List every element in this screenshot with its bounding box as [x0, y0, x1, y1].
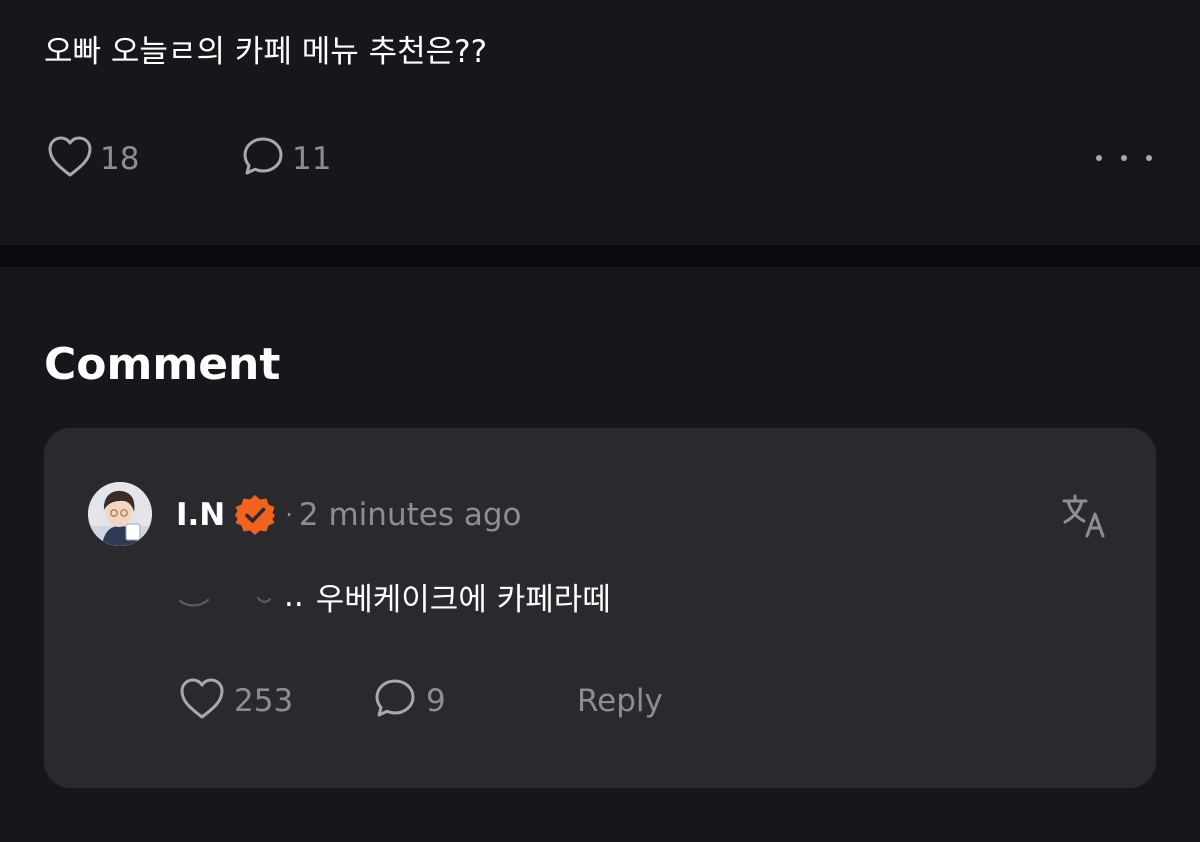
translate-icon	[1060, 494, 1108, 544]
more-options-button[interactable]	[1096, 140, 1152, 176]
author-name[interactable]: I.N	[176, 497, 225, 533]
heart-icon	[178, 676, 226, 726]
meta-separator: ·	[285, 501, 293, 529]
comment-like-count: 253	[234, 683, 294, 719]
comment-text: 우베케이크에 카페라떼	[315, 581, 611, 618]
comment-body: .. 우베케이크에 카페라떼	[174, 571, 611, 621]
heart-icon	[46, 134, 94, 184]
comment-time: 2 minutes ago	[298, 497, 522, 533]
comment-prefix-dots: ..	[284, 578, 304, 614]
more-dot	[1146, 155, 1152, 161]
comment-bubble-icon	[372, 676, 418, 726]
page: 오빠 오늘ㄹ의 카페 메뉴 추천은?? 18 11 Comment I.N · …	[0, 0, 1200, 842]
section-divider	[0, 245, 1200, 267]
post-text: 오빠 오늘ㄹ의 카페 메뉴 추천은??	[44, 34, 488, 70]
comment-meta: I.N · 2 minutes ago	[176, 491, 521, 539]
post: 오빠 오늘ㄹ의 카페 메뉴 추천은?? 18 11	[0, 0, 1200, 245]
post-comment-button[interactable]: 11	[240, 136, 331, 182]
more-dot	[1121, 155, 1127, 161]
comment-bubble-icon	[240, 134, 286, 184]
comment-replies-button[interactable]: 9	[372, 678, 446, 724]
verified-badge-icon	[233, 493, 277, 537]
reply-button[interactable]: Reply	[577, 678, 663, 724]
post-like-button[interactable]: 18	[46, 136, 139, 182]
post-like-count: 18	[100, 141, 140, 177]
avatar[interactable]	[88, 482, 152, 546]
blurred-text-prefix	[174, 581, 282, 611]
comment-section: Comment I.N · 2 minutes ago .. 우베케이크에 카페…	[0, 267, 1200, 842]
more-horizontal-icon	[1096, 155, 1102, 161]
translate-button[interactable]	[1060, 492, 1108, 540]
comment-like-button[interactable]: 253	[178, 678, 293, 724]
post-comment-count: 11	[292, 141, 332, 177]
comment-card: I.N · 2 minutes ago .. 우베케이크에 카페라떼 253 9…	[44, 428, 1156, 788]
comment-reply-count: 9	[426, 683, 446, 719]
comment-heading: Comment	[44, 339, 281, 390]
